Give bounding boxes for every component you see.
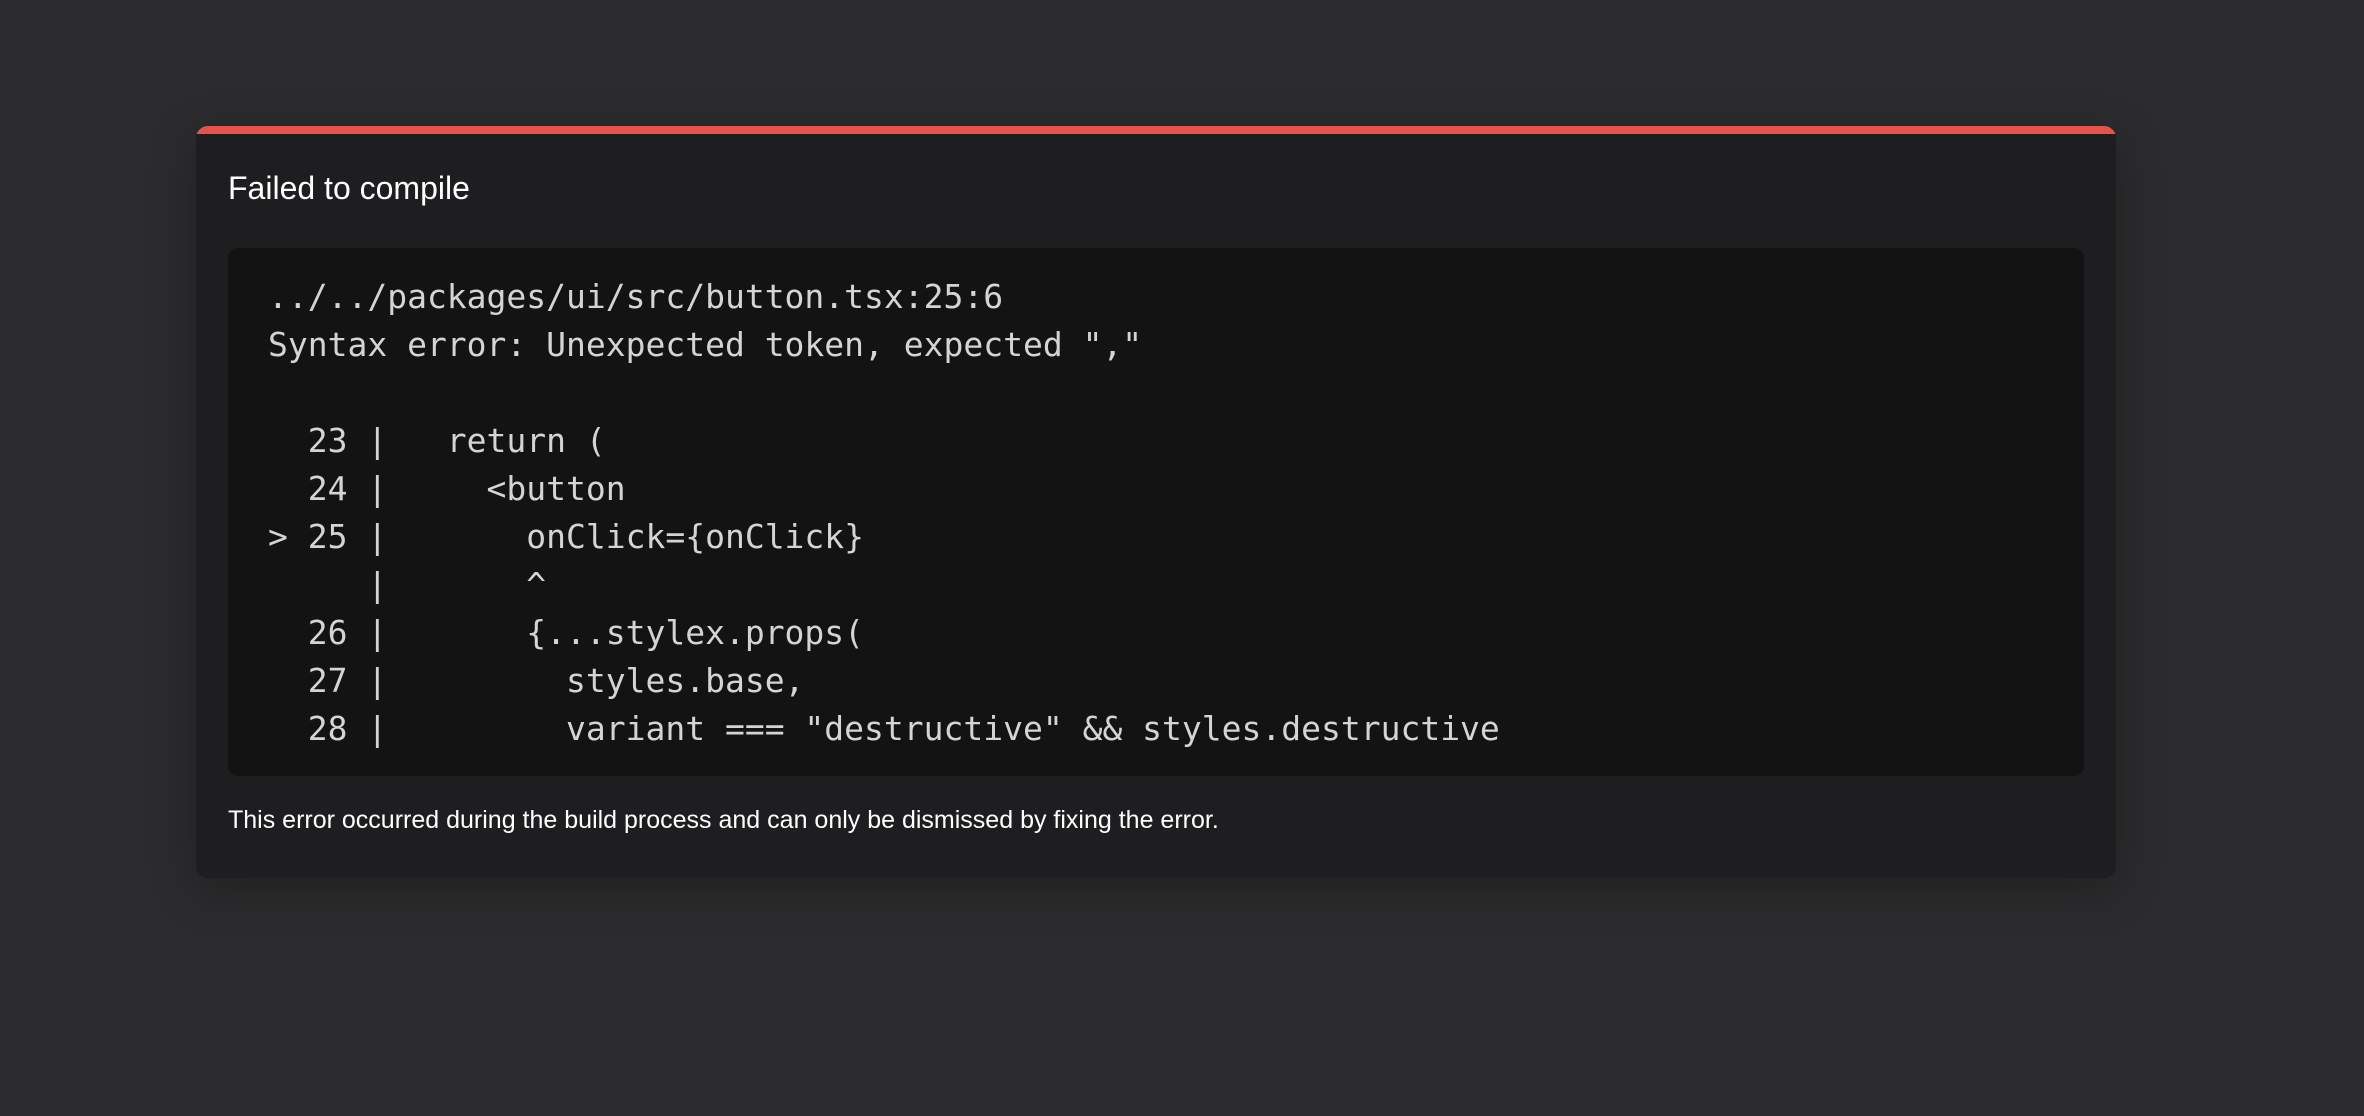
error-message: Syntax error: Unexpected token, expected… — [268, 325, 1143, 364]
error-footer-note: This error occurred during the build pro… — [228, 806, 1219, 834]
error-caret-line: | ^ — [268, 565, 547, 604]
code-frame: ../../packages/ui/src/button.tsx:25:6 Sy… — [228, 248, 2084, 776]
dev-overlay-backdrop: { "overlay": { "title": "Failed to compi… — [0, 0, 2364, 1116]
error-file-location: ../../packages/ui/src/button.tsx:25:6 — [268, 277, 1004, 316]
code-line: 28 | variant === "destructive" && styles… — [268, 709, 1500, 748]
error-overlay-dialog: Failed to compile ../../packages/ui/src/… — [196, 126, 2116, 878]
code-line: 27 | styles.base, — [268, 661, 805, 700]
code-line-error-highlight: > 25 | onClick={onClick} — [268, 517, 865, 556]
error-title: Failed to compile — [228, 170, 470, 206]
error-accent-bar — [196, 126, 2116, 134]
code-line: 26 | {...stylex.props( — [268, 613, 865, 652]
code-line: 24 | <button — [268, 469, 626, 508]
code-line: 23 | return ( — [268, 421, 606, 460]
